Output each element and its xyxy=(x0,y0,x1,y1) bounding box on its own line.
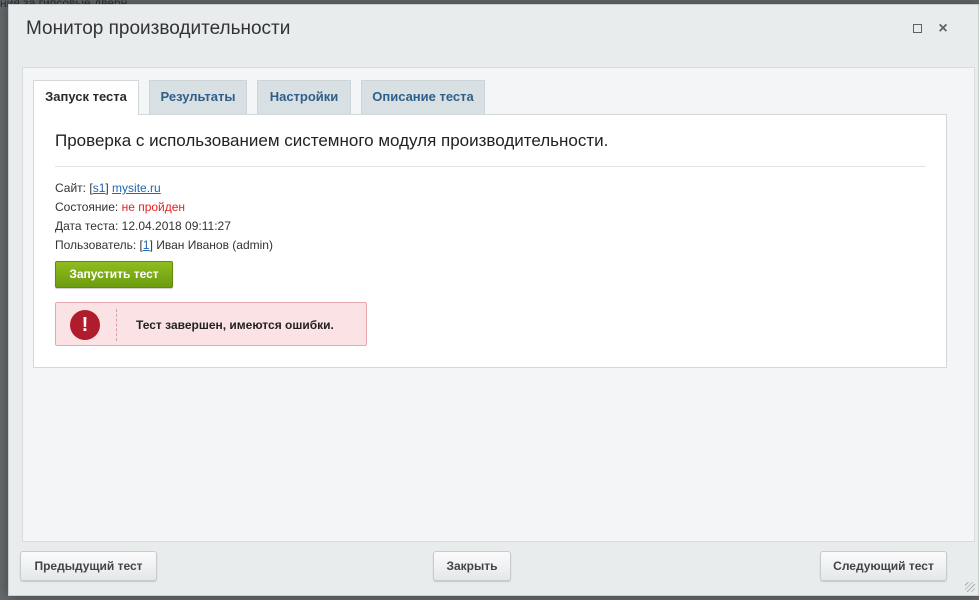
maximize-icon xyxy=(912,23,922,33)
tab-run-test[interactable]: Запуск теста xyxy=(33,80,139,115)
date-label: Дата теста: xyxy=(55,219,119,233)
date-line: Дата теста: 12.04.2018 09:11:27 xyxy=(55,219,231,233)
date-value: 12.04.2018 09:11:27 xyxy=(121,219,231,233)
tab-results[interactable]: Результаты xyxy=(149,80,247,114)
dialog-titlebar[interactable]: Монитор производительности × xyxy=(9,5,978,53)
performance-monitor-dialog: Монитор производительности × Запуск тест… xyxy=(8,4,979,596)
status-line: Состояние: не пройден xyxy=(55,200,185,214)
user-name: Иван Иванов (admin) xyxy=(156,238,273,252)
status-label: Состояние: xyxy=(55,200,119,214)
user-label: Пользователь: xyxy=(55,238,137,252)
alert-separator xyxy=(116,309,117,341)
error-alert: ! Тест завершен, имеются ошибки. xyxy=(55,302,367,346)
user-id-link[interactable]: 1 xyxy=(143,238,150,252)
tab-test-description[interactable]: Описание теста xyxy=(361,80,485,114)
divider xyxy=(55,166,926,167)
run-test-button[interactable]: Запустить тест xyxy=(55,261,173,288)
site-label: Сайт: xyxy=(55,181,87,195)
close-icon: × xyxy=(938,20,948,37)
close-button[interactable]: × xyxy=(933,19,953,39)
tab-settings[interactable]: Настройки xyxy=(257,80,351,114)
user-line: Пользователь: [1] Иван Иванов (admin) xyxy=(55,238,273,252)
site-domain-link[interactable]: mysite.ru xyxy=(112,181,161,195)
close-dialog-button[interactable]: Закрыть xyxy=(433,551,511,581)
site-line: Сайт: [s1] mysite.ru xyxy=(55,181,161,195)
previous-test-button[interactable]: Предыдущий тест xyxy=(20,551,157,581)
resize-grip[interactable] xyxy=(965,582,975,592)
status-value: не пройден xyxy=(121,200,186,214)
alert-message: Тест завершен, имеются ошибки. xyxy=(136,318,334,332)
dialog-content: Запуск теста Результаты Настройки Описан… xyxy=(22,67,975,542)
exclamation-icon: ! xyxy=(70,310,100,340)
site-code-link[interactable]: s1 xyxy=(93,181,106,195)
maximize-button[interactable] xyxy=(907,19,927,39)
dialog-title: Монитор производительности xyxy=(26,18,291,39)
tab-panel-run-test: Проверка с использованием системного мод… xyxy=(33,114,947,368)
next-test-button[interactable]: Следующий тест xyxy=(820,551,947,581)
panel-heading: Проверка с использованием системного мод… xyxy=(55,131,609,150)
